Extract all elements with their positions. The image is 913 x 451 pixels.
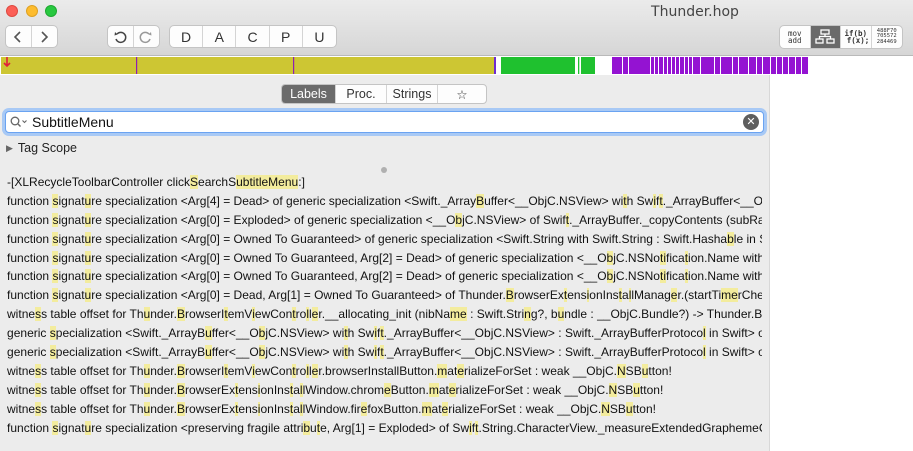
title-bar: Thunder.hop D A C P U mov add if(b) f(x)… bbox=[0, 0, 913, 56]
ascii-button[interactable]: A bbox=[203, 26, 237, 47]
result-row[interactable]: function signature specialization <Arg[4… bbox=[0, 192, 762, 211]
procedure-button[interactable]: P bbox=[270, 26, 303, 47]
result-row[interactable]: function signature specialization <Arg[0… bbox=[0, 211, 762, 230]
result-row[interactable]: witness table offset for Thunder.Browser… bbox=[0, 305, 762, 324]
zoom-window-button[interactable] bbox=[45, 5, 57, 17]
search-input[interactable] bbox=[32, 113, 743, 131]
minimize-window-button[interactable] bbox=[26, 5, 38, 17]
cfg-mode-button[interactable] bbox=[810, 26, 841, 48]
redo-button[interactable] bbox=[134, 26, 159, 47]
assembly-mode-label: mov add bbox=[787, 28, 802, 45]
control-flow-graph-icon bbox=[815, 29, 835, 44]
chevron-right-icon bbox=[41, 30, 49, 43]
search-icon[interactable] bbox=[10, 116, 32, 128]
data-type-control: D A C P U bbox=[169, 25, 337, 48]
result-row[interactable]: function signature specialization <Arg[0… bbox=[0, 249, 762, 268]
window-title: Thunder.hop bbox=[651, 4, 739, 20]
pseudocode-mode-button[interactable]: if(b) f(x); bbox=[841, 26, 872, 48]
pseudocode-mode-label: if(b) f(x); bbox=[844, 28, 870, 45]
sidebar-panel: Labels Proc. Strings ☆ ✕ ▶ Tag Scope -[ bbox=[0, 75, 769, 451]
chevron-left-icon bbox=[14, 30, 21, 43]
tab-favorites[interactable]: ☆ bbox=[438, 85, 486, 103]
tab-labels[interactable]: Labels bbox=[282, 85, 336, 103]
main-content-area bbox=[769, 75, 913, 451]
result-row[interactable]: -[XLRecycleToolbarController clickSearch… bbox=[0, 173, 762, 192]
disclosure-triangle-icon[interactable]: ▶ bbox=[6, 143, 13, 154]
tag-scope-label: Tag Scope bbox=[17, 141, 77, 155]
result-row[interactable]: function signature specialization <Arg[0… bbox=[0, 267, 762, 286]
tag-scope-disclosure[interactable]: ▶ Tag Scope bbox=[6, 141, 77, 155]
result-row[interactable]: witness table offset for Thunder.Browser… bbox=[0, 400, 762, 419]
result-row[interactable]: witness table offset for Thunder.Browser… bbox=[0, 381, 762, 400]
result-row[interactable]: function signature specialization <Arg[0… bbox=[0, 230, 762, 249]
undefined-button[interactable]: U bbox=[303, 26, 336, 47]
star-icon: ☆ bbox=[456, 87, 468, 102]
segment-navigation-bar[interactable] bbox=[0, 56, 913, 75]
result-row[interactable]: witness table offset for Thunder.Browser… bbox=[0, 362, 762, 381]
redo-icon bbox=[139, 31, 152, 43]
result-row[interactable]: generic specialization <Swift._ArrayBuff… bbox=[0, 324, 762, 343]
hex-mode-label: 488F70 705572 284469 bbox=[876, 27, 897, 45]
code-button[interactable]: C bbox=[236, 26, 270, 47]
tab-procedures[interactable]: Proc. bbox=[336, 85, 387, 103]
assembly-mode-button[interactable]: mov add bbox=[780, 26, 811, 48]
undo-button[interactable] bbox=[108, 26, 134, 47]
tab-strings[interactable]: Strings bbox=[387, 85, 438, 103]
navigation-control bbox=[5, 25, 58, 48]
sidebar-tabs: Labels Proc. Strings ☆ bbox=[281, 84, 487, 104]
hex-mode-button[interactable]: 488F70 705572 284469 bbox=[872, 26, 902, 48]
segment-map-svg bbox=[0, 56, 913, 75]
undo-icon bbox=[114, 31, 127, 43]
clear-search-icon[interactable]: ✕ bbox=[743, 114, 759, 130]
result-row[interactable]: function signature specialization <prese… bbox=[0, 419, 762, 438]
data-button[interactable]: D bbox=[170, 26, 204, 47]
back-button[interactable] bbox=[6, 26, 32, 47]
close-window-button[interactable] bbox=[6, 5, 18, 17]
hopper-window: Thunder.hop D A C P U mov add if(b) f(x)… bbox=[0, 0, 913, 451]
search-field[interactable]: ✕ bbox=[5, 111, 764, 133]
result-row[interactable]: generic specialization <Swift._ArrayBuff… bbox=[0, 343, 762, 362]
result-row[interactable]: function signature specialization <Arg[0… bbox=[0, 286, 762, 305]
forward-button[interactable] bbox=[32, 26, 57, 47]
search-results-list: -[XLRecycleToolbarController clickSearch… bbox=[0, 173, 769, 437]
undo-redo-control bbox=[107, 25, 160, 48]
view-mode-control: mov add if(b) f(x); 488F70 705572 284469 bbox=[779, 25, 903, 49]
